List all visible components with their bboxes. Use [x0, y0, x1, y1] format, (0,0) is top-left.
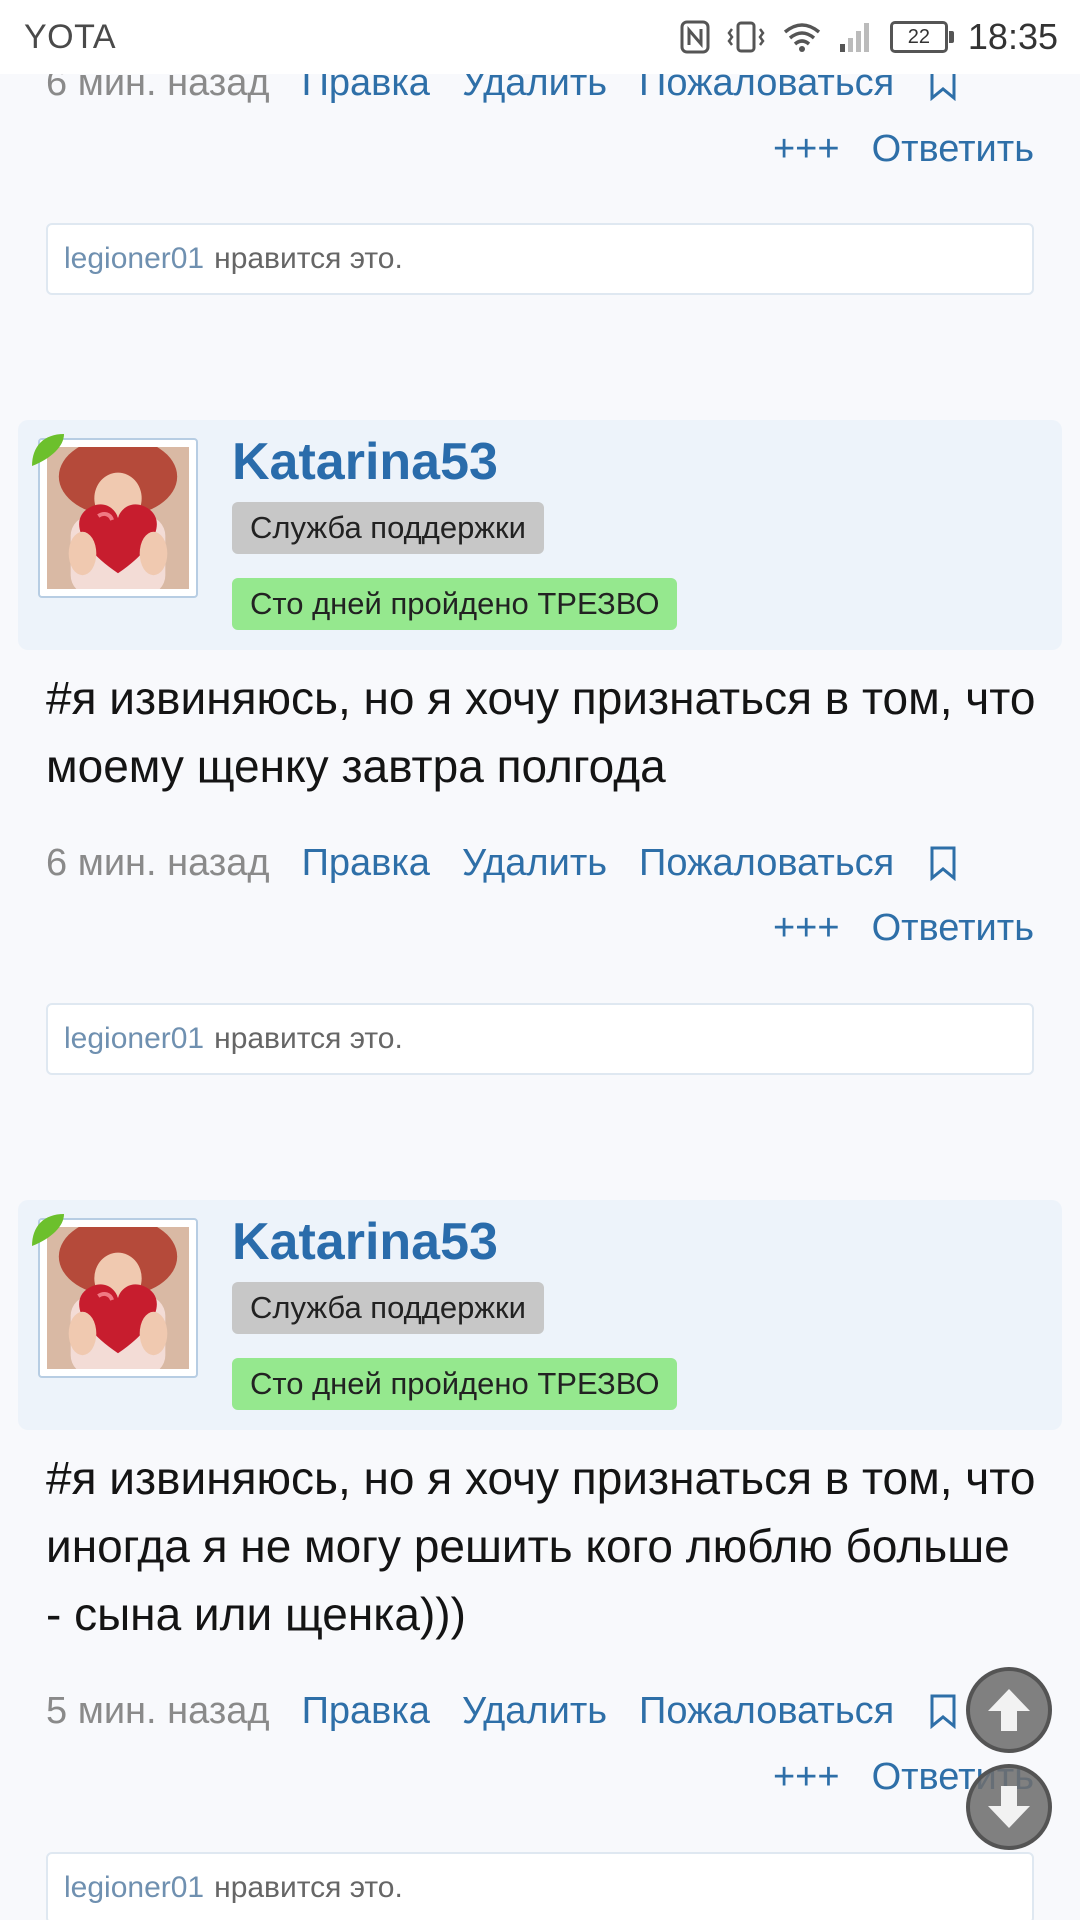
vibrate-icon — [726, 20, 766, 54]
plus-button[interactable]: +++ — [773, 1756, 840, 1799]
battery-icon: 22 — [889, 21, 954, 53]
likes-text: нравится это. — [214, 1871, 403, 1904]
reply-button[interactable]: Ответить — [872, 907, 1034, 950]
post-meta-row: 6 мин. назад Правка Удалить Пожаловаться — [46, 838, 1036, 888]
arrow-down-icon — [988, 1786, 1030, 1828]
avatar-heart-image — [47, 1227, 189, 1369]
battery-level: 22 — [907, 25, 931, 48]
post-text: #я извиняюсь, но я хочу признаться в том… — [46, 672, 1036, 792]
plus-button[interactable]: +++ — [773, 128, 840, 171]
bookmark-icon[interactable] — [928, 845, 958, 881]
clock: 18:35 — [967, 16, 1058, 57]
avatar-heart-image — [47, 447, 189, 589]
delete-link[interactable]: Удалить — [462, 842, 607, 885]
role-badge: Служба поддержки — [232, 502, 544, 554]
bookmark-icon[interactable] — [928, 1693, 958, 1729]
sober-badge: Сто дней пройдено ТРЕЗВО — [232, 1358, 678, 1410]
post-author-block: Katarina53 Служба поддержки Сто дней про… — [18, 1200, 1062, 1430]
status-bar: YOTA 22 18:35 — [0, 0, 1080, 74]
post-text: #я извиняюсь, но я хочу признаться в том… — [46, 1452, 1036, 1640]
online-status-icon — [32, 434, 64, 466]
author-name[interactable]: Katarina53 — [232, 1212, 498, 1272]
scroll-down-button[interactable] — [966, 1764, 1052, 1850]
post-meta-row: 5 мин. назад Правка Удалить Пожаловаться — [46, 1686, 1036, 1736]
online-status-icon — [32, 1214, 64, 1246]
post-actions-row: +++ Ответить — [741, 124, 1034, 174]
status-icons: 22 18:35 — [680, 14, 1058, 60]
likes-box: legioner01 нравится это. — [46, 223, 1034, 295]
edit-link[interactable]: Правка — [302, 842, 430, 885]
post-actions-row: +++ Ответить — [741, 903, 1034, 953]
likes-box: legioner01 нравится это. — [46, 1003, 1034, 1075]
likes-user-link[interactable]: legioner01 — [64, 1871, 204, 1905]
delete-link[interactable]: Удалить — [462, 1690, 607, 1733]
likes-user-link[interactable]: legioner01 — [64, 1022, 204, 1056]
post-time: 6 мин. назад — [46, 841, 270, 884]
nfc-icon — [680, 20, 710, 54]
likes-user-link[interactable]: legioner01 — [64, 242, 204, 276]
likes-box: legioner01 нравится это. — [46, 1852, 1034, 1920]
scroll-up-button[interactable] — [966, 1667, 1052, 1753]
page: YOTA 22 18:35 6 мин. назад Правка Удалит… — [0, 0, 1080, 1920]
likes-text: нравится это. — [214, 1022, 403, 1055]
likes-text: нравится это. — [214, 242, 403, 275]
author-name[interactable]: Katarina53 — [232, 432, 498, 492]
post-author-block: Katarina53 Служба поддержки Сто дней про… — [18, 420, 1062, 650]
plus-button[interactable]: +++ — [773, 907, 840, 950]
sober-badge: Сто дней пройдено ТРЕЗВО — [232, 578, 678, 630]
wifi-icon — [782, 20, 822, 54]
report-link[interactable]: Пожаловаться — [639, 842, 894, 885]
report-link[interactable]: Пожаловаться — [639, 1690, 894, 1733]
arrow-up-icon — [988, 1689, 1030, 1731]
reply-button[interactable]: Ответить — [872, 128, 1034, 171]
role-badge: Служба поддержки — [232, 1282, 544, 1334]
post-time: 5 мин. назад — [46, 1689, 270, 1732]
signal-icon — [838, 20, 874, 54]
edit-link[interactable]: Правка — [302, 1690, 430, 1733]
carrier-label: YOTA — [24, 18, 117, 56]
